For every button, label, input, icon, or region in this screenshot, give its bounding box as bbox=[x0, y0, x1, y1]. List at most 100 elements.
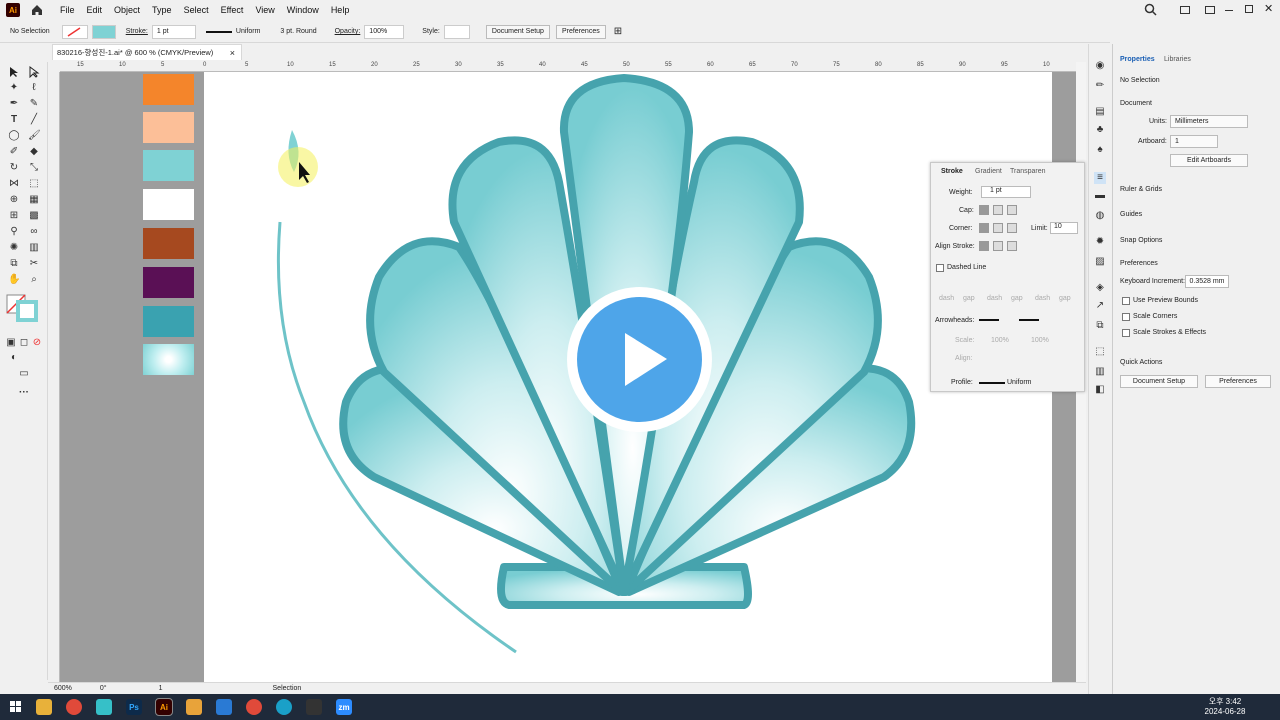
menu-file[interactable]: File bbox=[60, 5, 75, 15]
color-guide-icon[interactable]: ▨ bbox=[1094, 256, 1106, 268]
menu-view[interactable]: View bbox=[255, 5, 274, 15]
color-mode-icon[interactable]: ▣ bbox=[5, 337, 17, 349]
magic-wand-icon[interactable]: ✦ bbox=[8, 82, 20, 94]
round-join-icon[interactable] bbox=[993, 223, 1003, 233]
gradient-tool-icon[interactable]: ▩ bbox=[28, 210, 40, 222]
artboard-dropdown[interactable]: 1 bbox=[1170, 135, 1218, 148]
width-tool-icon[interactable]: ⋈ bbox=[8, 178, 20, 190]
color-swatch[interactable] bbox=[143, 74, 194, 105]
color-swatch[interactable] bbox=[143, 267, 194, 298]
menu-effect[interactable]: Effect bbox=[221, 5, 244, 15]
symbols-panel-icon[interactable]: ♣ bbox=[1094, 124, 1106, 136]
rotate-view[interactable]: 0° bbox=[100, 685, 107, 692]
use-preview-checkbox[interactable] bbox=[1122, 297, 1130, 305]
square-cap-icon[interactable] bbox=[1007, 205, 1017, 215]
color-swatch[interactable] bbox=[143, 189, 194, 220]
butt-cap-icon[interactable] bbox=[979, 205, 989, 215]
tab-gradient[interactable]: Gradient bbox=[975, 168, 1002, 175]
shaper-tool-icon[interactable]: ✐ bbox=[8, 146, 20, 158]
fill-swatch[interactable] bbox=[61, 24, 88, 39]
fill-stroke-icon[interactable] bbox=[6, 294, 38, 322]
eyedropper-icon[interactable]: ⚲ bbox=[8, 226, 20, 238]
search-icon[interactable] bbox=[1144, 3, 1157, 16]
app-icon[interactable] bbox=[96, 699, 112, 715]
minimize-icon[interactable] bbox=[1225, 10, 1233, 11]
screen-mode-icon[interactable]: ▭ bbox=[18, 368, 30, 380]
lasso-icon[interactable]: ℓ bbox=[28, 82, 40, 94]
arrange-icon[interactable] bbox=[1180, 6, 1190, 14]
opacity-label[interactable]: Opacity: bbox=[335, 28, 361, 35]
miter-join-icon[interactable] bbox=[979, 223, 989, 233]
align-inside-icon[interactable] bbox=[993, 241, 1003, 251]
menu-window[interactable]: Window bbox=[287, 5, 319, 15]
chrome-icon-2[interactable] bbox=[246, 699, 262, 715]
arrowhead-start[interactable] bbox=[979, 319, 999, 321]
stroke-label[interactable]: Stroke: bbox=[126, 28, 148, 35]
artboard-tool-icon[interactable]: ⧉ bbox=[8, 258, 20, 270]
eraser-tool-icon[interactable]: ◆ bbox=[28, 146, 40, 158]
artboard-number[interactable]: 1 bbox=[159, 685, 163, 692]
brushes-panel-icon[interactable]: ✏ bbox=[1094, 80, 1106, 92]
workspace-icon[interactable] bbox=[1205, 6, 1215, 14]
curvature-tool-icon[interactable]: ✎ bbox=[28, 98, 40, 110]
graphic-styles-icon[interactable]: ♠ bbox=[1094, 144, 1106, 156]
slice-tool-icon[interactable]: ✂ bbox=[28, 258, 40, 270]
home-icon[interactable] bbox=[30, 3, 44, 17]
vscode-icon[interactable] bbox=[216, 699, 232, 715]
dashed-line-checkbox[interactable] bbox=[936, 264, 944, 272]
gradient-mode-icon[interactable]: ◻ bbox=[18, 337, 30, 349]
pathfinder-panel-icon[interactable]: ◧ bbox=[1094, 384, 1106, 396]
scale-end[interactable]: 100% bbox=[1031, 337, 1049, 344]
scale-strokes-checkbox[interactable] bbox=[1122, 329, 1130, 337]
zoom-tool-icon[interactable]: ⌕ bbox=[28, 274, 40, 286]
free-transform-icon[interactable]: ⬚ bbox=[28, 178, 40, 190]
pen-tool-icon[interactable]: ✒ bbox=[8, 98, 20, 110]
close-icon[interactable]: ✕ bbox=[1264, 2, 1273, 15]
scale-start[interactable]: 100% bbox=[991, 337, 1009, 344]
align-outside-icon[interactable] bbox=[1007, 241, 1017, 251]
color-swatch[interactable] bbox=[143, 150, 194, 181]
graph-tool-icon[interactable]: ▥ bbox=[28, 242, 40, 254]
edit-artboards-button[interactable]: Edit Artboards bbox=[1170, 154, 1248, 167]
menu-select[interactable]: Select bbox=[184, 5, 209, 15]
transform-panel-icon[interactable]: ⬚ bbox=[1094, 346, 1106, 358]
sticky-icon[interactable] bbox=[186, 699, 202, 715]
none-mode-icon[interactable]: ⊘ bbox=[31, 337, 43, 349]
more-tools-icon[interactable]: ··· bbox=[18, 387, 30, 399]
gradient-panel-icon[interactable]: ▬ bbox=[1094, 190, 1106, 202]
brush-value[interactable]: 3 pt. Round bbox=[280, 28, 316, 35]
tab-stroke[interactable]: Stroke bbox=[941, 168, 963, 175]
mesh-tool-icon[interactable]: ⊞ bbox=[8, 210, 20, 222]
color-swatch[interactable] bbox=[143, 228, 194, 259]
zoom-app-icon[interactable]: zm bbox=[336, 699, 352, 715]
weight-field[interactable]: 1 pt bbox=[981, 186, 1031, 198]
export-panel-icon[interactable]: ↗ bbox=[1094, 300, 1106, 312]
menu-type[interactable]: Type bbox=[152, 5, 172, 15]
profile-value[interactable]: Uniform bbox=[1007, 379, 1032, 386]
play-button[interactable] bbox=[567, 287, 712, 432]
preferences-button[interactable]: Preferences bbox=[555, 24, 606, 39]
app-icon-2[interactable] bbox=[306, 699, 322, 715]
tab-properties[interactable]: Properties bbox=[1120, 56, 1155, 63]
tab-transparency[interactable]: Transparen bbox=[1010, 168, 1046, 175]
align-center-icon[interactable] bbox=[979, 241, 989, 251]
document-setup-button[interactable]: Document Setup bbox=[485, 24, 550, 39]
close-tab-icon[interactable]: × bbox=[230, 48, 235, 58]
color-panel-icon[interactable]: ✹ bbox=[1094, 236, 1106, 248]
menu-help[interactable]: Help bbox=[331, 5, 350, 15]
profile-value[interactable]: Uniform bbox=[236, 28, 261, 35]
windows-start-icon[interactable] bbox=[10, 701, 22, 713]
zoom-level[interactable]: 600% bbox=[54, 685, 72, 692]
limit-field[interactable]: 10 bbox=[1050, 222, 1078, 234]
maximize-icon[interactable] bbox=[1245, 5, 1253, 13]
ellipse-tool-icon[interactable]: ◯ bbox=[8, 130, 20, 142]
file-explorer-icon[interactable] bbox=[36, 699, 52, 715]
menu-object[interactable]: Object bbox=[114, 5, 140, 15]
units-dropdown[interactable]: Millimeters bbox=[1170, 115, 1248, 128]
artboards-panel-icon[interactable]: ⧉ bbox=[1094, 320, 1106, 332]
stroke-panel-icon[interactable]: ≡ bbox=[1094, 172, 1106, 184]
appearance-panel-icon[interactable]: ◉ bbox=[1094, 60, 1106, 72]
stroke-weight-field[interactable]: 1 pt bbox=[151, 24, 196, 39]
illustrator-taskbar-icon[interactable]: Ai bbox=[155, 698, 173, 716]
style-dropdown[interactable] bbox=[443, 24, 470, 39]
